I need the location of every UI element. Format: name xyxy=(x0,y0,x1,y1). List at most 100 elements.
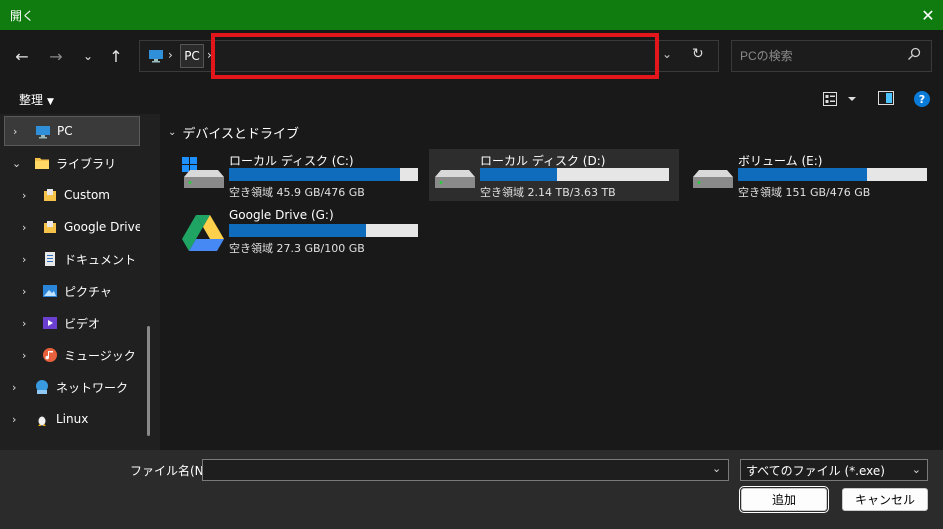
drive-name: ボリューム (E:) xyxy=(738,154,823,168)
sidebar-item-label: ミュージック xyxy=(64,348,136,363)
sidebar-item-label: ビデオ xyxy=(64,316,101,331)
window-title: 開く xyxy=(10,8,35,23)
videos-icon xyxy=(43,317,57,329)
drive-usage-fill xyxy=(480,168,558,181)
breadcrumb-arrow-icon[interactable]: › xyxy=(207,48,212,62)
chevron-right-icon[interactable]: › xyxy=(22,349,26,362)
back-arrow-icon[interactable]: ← xyxy=(8,44,36,68)
drive-usage-bar xyxy=(229,224,418,237)
breadcrumb-pc-label: PC xyxy=(184,49,200,63)
drive-d[interactable]: ローカル ディスク (D:) 空き領域 2.14 TB/3.63 TB xyxy=(429,149,679,201)
chevron-right-icon[interactable]: › xyxy=(22,221,26,234)
chevron-right-icon[interactable]: › xyxy=(22,189,26,202)
drive-usage-fill xyxy=(229,224,367,237)
chevron-down-icon[interactable]: ⌄ xyxy=(168,127,176,138)
sidebar-item-music[interactable]: › ミュージック xyxy=(0,340,140,370)
close-icon[interactable]: ✕ xyxy=(913,0,943,30)
add-button[interactable]: 追加 xyxy=(739,486,829,513)
drive-usage-fill xyxy=(738,168,868,181)
chevron-right-icon[interactable]: › xyxy=(22,253,26,266)
drive-e[interactable]: ボリューム (E:) 空き領域 151 GB/476 GB xyxy=(687,149,937,201)
sidebar-item-linux[interactable]: › Linux xyxy=(0,404,140,434)
google-drive-icon xyxy=(182,215,224,251)
sidebar-item-label: ネットワーク xyxy=(56,380,129,395)
chevron-down-icon[interactable]: ⌄ xyxy=(12,157,21,170)
navigation-pane: › PC ⌄ ライブラリ › Custom › Google Drive ( ›… xyxy=(0,114,160,450)
chevron-down-icon: ▼ xyxy=(47,97,54,107)
sidebar-item-label: ドキュメント xyxy=(64,252,137,267)
drive-usage-bar xyxy=(738,168,927,181)
library-icon xyxy=(44,189,56,201)
sidebar-item-pictures[interactable]: › ピクチャ xyxy=(0,276,140,306)
chevron-right-icon[interactable]: › xyxy=(13,125,17,138)
hard-drive-icon xyxy=(693,170,733,188)
drive-free-space: 空き領域 27.3 GB/100 GB xyxy=(229,242,365,255)
sidebar-item-label: Linux xyxy=(56,412,89,426)
network-icon xyxy=(36,380,48,394)
chevron-down-icon: ⌄ xyxy=(911,463,921,476)
file-type-value: すべてのファイル (*.exe) xyxy=(746,463,885,478)
sidebar-item-videos[interactable]: › ビデオ xyxy=(0,308,140,338)
sidebar-item-label: ライブラリ xyxy=(56,156,117,171)
sidebar-item-libraries[interactable]: ⌄ ライブラリ xyxy=(0,148,140,178)
sidebar-scrollbar[interactable] xyxy=(147,326,150,436)
group-header-devices[interactable]: ⌄ デバイスとドライブ xyxy=(168,123,299,142)
drive-free-space: 空き領域 2.14 TB/3.63 TB xyxy=(480,186,616,199)
file-dialog-footer: ファイル名(N): ⌄ すべてのファイル (*.exe) ⌄ 追加 キャンセル xyxy=(0,450,943,529)
music-icon xyxy=(43,348,57,362)
command-bar: 整理 ▼ ? xyxy=(0,82,943,114)
search-box[interactable] xyxy=(731,40,932,72)
chevron-right-icon[interactable]: › xyxy=(12,381,16,394)
file-type-select[interactable]: すべてのファイル (*.exe) ⌄ xyxy=(740,459,928,481)
pc-icon xyxy=(36,126,50,139)
pictures-icon xyxy=(43,285,57,297)
drive-free-space: 空き領域 45.9 GB/476 GB xyxy=(229,186,365,199)
sidebar-item-label: Custom xyxy=(64,188,110,202)
preview-pane-icon[interactable] xyxy=(878,91,894,105)
drive-name: ローカル ディスク (D:) xyxy=(480,154,606,168)
address-history-chevron-icon[interactable]: ⌄ xyxy=(662,47,672,61)
drive-g[interactable]: Google Drive (G:) 空き領域 27.3 GB/100 GB xyxy=(178,205,428,257)
chevron-right-icon[interactable]: › xyxy=(12,413,16,426)
sidebar-item-label: Google Drive ( xyxy=(64,220,140,234)
sidebar-item-custom[interactable]: › Custom xyxy=(0,180,140,210)
group-title: デバイスとドライブ xyxy=(182,127,300,142)
cancel-button[interactable]: キャンセル xyxy=(842,488,928,511)
chevron-right-icon[interactable]: › xyxy=(22,317,26,330)
sidebar-item-google-drive-library[interactable]: › Google Drive ( xyxy=(0,212,140,242)
breadcrumb-arrow-icon[interactable]: › xyxy=(168,48,173,62)
organize-menu-button[interactable]: 整理 ▼ xyxy=(19,91,54,108)
drive-name: Google Drive (G:) xyxy=(229,208,334,222)
search-input[interactable] xyxy=(740,45,900,67)
recent-locations-chevron-icon[interactable]: ⌄ xyxy=(74,44,102,68)
view-options-icon[interactable] xyxy=(822,91,862,107)
sidebar-item-network[interactable]: › ネットワーク xyxy=(0,372,140,402)
hard-drive-icon xyxy=(435,170,475,188)
breadcrumb-pc[interactable]: PC xyxy=(180,44,204,68)
chevron-right-icon[interactable]: › xyxy=(22,285,26,298)
drive-usage-bar xyxy=(480,168,669,181)
organize-label: 整理 xyxy=(19,93,44,107)
sidebar-item-pc[interactable]: › PC xyxy=(4,116,140,146)
windows-drive-icon xyxy=(182,157,224,188)
search-icon[interactable] xyxy=(907,47,921,61)
title-bar: 開く ✕ xyxy=(0,0,943,30)
drive-free-space: 空き領域 151 GB/476 GB xyxy=(738,186,871,199)
linux-icon xyxy=(37,414,47,426)
refresh-icon[interactable]: ↻ xyxy=(692,46,704,62)
filename-history-chevron-icon[interactable]: ⌄ xyxy=(712,462,721,475)
navigation-bar: ← → ⌄ ↑ › PC › ⌄ ↻ xyxy=(0,30,943,82)
forward-arrow-icon[interactable]: → xyxy=(42,44,70,68)
filename-input[interactable] xyxy=(202,459,729,481)
drive-usage-bar xyxy=(229,168,418,181)
help-icon[interactable]: ? xyxy=(914,91,930,107)
sidebar-item-documents[interactable]: › ドキュメント xyxy=(0,244,140,274)
file-view: ⌄ デバイスとドライブ ローカル ディスク (C:) 空き領域 45.9 GB/… xyxy=(160,114,943,450)
up-arrow-icon[interactable]: ↑ xyxy=(102,44,130,68)
drive-name: ローカル ディスク (C:) xyxy=(229,154,354,168)
address-input[interactable] xyxy=(219,43,655,69)
drive-usage-fill xyxy=(229,168,400,181)
sidebar-item-label: ピクチャ xyxy=(64,284,112,299)
drive-c[interactable]: ローカル ディスク (C:) 空き領域 45.9 GB/476 GB xyxy=(178,149,428,201)
address-bar[interactable]: › PC › ⌄ ↻ xyxy=(139,40,719,72)
